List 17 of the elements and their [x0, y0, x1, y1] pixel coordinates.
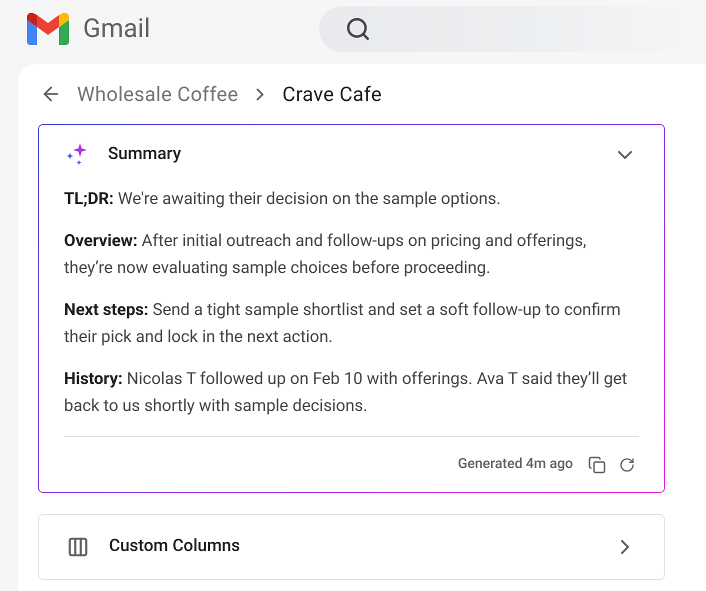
breadcrumb-item: Crave Cafe — [282, 81, 382, 108]
summary-paragraph: Overview: After initial outreach and follow-ups on pricing and offerings, they’re now evaluating sample choices before proceeding. — [64, 231, 588, 280]
generated-time: Generated 4m ago — [458, 455, 573, 474]
refresh-icon[interactable] — [619, 456, 635, 472]
summary-paragraph: Next steps: Send a tight sample shortlist and set a soft follow-up to confirm their pick and lock in the next action. — [64, 300, 622, 349]
copy-icon[interactable] — [588, 456, 606, 474]
summary-title: Summary — [108, 143, 182, 166]
custom-columns-row[interactable]: Custom Columns — [38, 514, 665, 580]
breadcrumb-item[interactable]: Wholesale Coffee — [77, 79, 238, 109]
summary-paragraph: History: Nicolas T followed up on Feb 10 with offerings. Ava T said they’ll get back to us shortly with sample decisions. — [64, 369, 628, 418]
summary-paragraph: TL;DR: We're awaiting their decision on the sample options. — [64, 189, 502, 211]
columns-icon — [66, 536, 90, 558]
panel-title: Custom Columns — [109, 535, 240, 558]
gmail-logo-icon — [27, 13, 69, 45]
search-icon — [345, 16, 372, 42]
chevron-right-icon — [256, 88, 264, 100]
app-name: Gmail — [83, 16, 150, 42]
